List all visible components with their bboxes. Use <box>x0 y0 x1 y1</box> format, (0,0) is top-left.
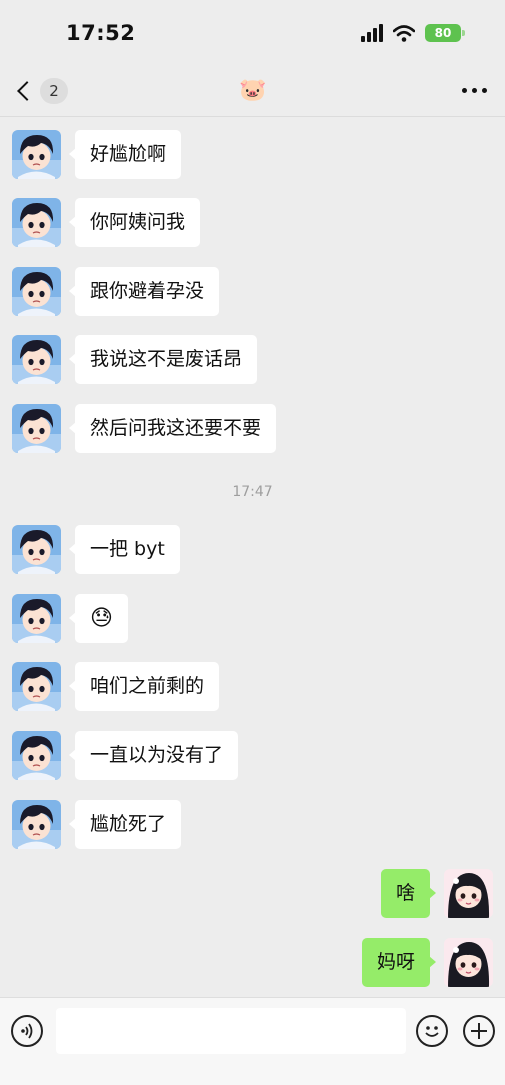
my-avatar[interactable] <box>444 869 493 918</box>
wifi-icon <box>393 24 415 42</box>
message-bubble[interactable]: 一把 byt <box>69 525 180 574</box>
message-timestamp: 17:47 <box>232 484 273 500</box>
plus-button[interactable] <box>463 1015 495 1047</box>
voice-input-button[interactable] <box>11 1015 43 1047</box>
message-bubble[interactable]: 我说这不是废话昂 <box>68 335 258 384</box>
contact-avatar[interactable] <box>12 130 61 179</box>
contact-avatar[interactable] <box>12 404 61 453</box>
message-input[interactable] <box>56 1008 406 1054</box>
status-icons: 80 <box>361 24 465 42</box>
message-row: 一把 byt <box>12 525 180 574</box>
contact-avatar[interactable] <box>12 525 61 574</box>
my-message-bubble[interactable]: 啥 <box>380 869 437 918</box>
contact-avatar[interactable] <box>12 335 61 384</box>
chevron-left-icon <box>17 81 37 101</box>
message-row: 咱们之前剩的 <box>12 662 220 711</box>
voice-icon <box>21 1023 33 1039</box>
message-row: 我说这不是废话昂 <box>12 335 258 384</box>
contact-avatar[interactable] <box>12 267 61 316</box>
emoji-button[interactable] <box>416 1015 448 1047</box>
contact-avatar[interactable] <box>12 731 61 780</box>
message-row: 跟你避着孕没 <box>12 267 220 316</box>
message-bubble[interactable]: 一直以为没有了 <box>68 731 239 780</box>
status-bar: 17:52 80 <box>0 0 505 68</box>
my-avatar[interactable] <box>444 938 493 987</box>
message-row: 你阿姨问我 <box>12 198 201 247</box>
message-row: 尴尬死了 <box>12 800 182 849</box>
more-options-icon[interactable] <box>462 88 487 93</box>
back-button[interactable]: 2 <box>14 78 68 104</box>
chat-title: 🐷 <box>239 78 267 103</box>
message-row: 好尴尬啊 <box>12 130 182 179</box>
message-row: 然后问我这还要不要 <box>12 404 277 453</box>
contact-avatar[interactable] <box>12 594 61 643</box>
my-message-row: 啥 <box>380 869 493 918</box>
message-bubble[interactable]: 咱们之前剩的 <box>68 662 220 711</box>
message-bubble[interactable]: 尴尬死了 <box>68 800 182 849</box>
message-bubble[interactable]: 然后问我这还要不要 <box>68 404 277 453</box>
status-time: 17:52 <box>66 21 136 45</box>
my-message-bubble[interactable]: 妈呀 <box>361 938 437 987</box>
smiley-icon <box>425 1026 439 1037</box>
message-bubble[interactable]: 跟你避着孕没 <box>68 267 220 316</box>
message-bubble[interactable]: 你阿姨问我 <box>68 198 201 247</box>
input-bar <box>0 997 505 1085</box>
unread-count-badge: 2 <box>40 78 68 104</box>
chat-header: 2 🐷 <box>0 68 505 117</box>
battery-icon: 80 <box>425 24 465 42</box>
message-bubble[interactable]: 好尴尬啊 <box>68 130 182 179</box>
message-row: 一直以为没有了 <box>12 731 239 780</box>
cellular-signal-icon <box>361 24 383 42</box>
emoji-message-bubble[interactable]: 😓 <box>69 594 128 643</box>
contact-avatar[interactable] <box>12 198 61 247</box>
contact-avatar[interactable] <box>12 662 61 711</box>
contact-avatar[interactable] <box>12 800 61 849</box>
my-message-row: 妈呀 <box>361 938 493 987</box>
message-row: 😓 <box>12 594 128 643</box>
